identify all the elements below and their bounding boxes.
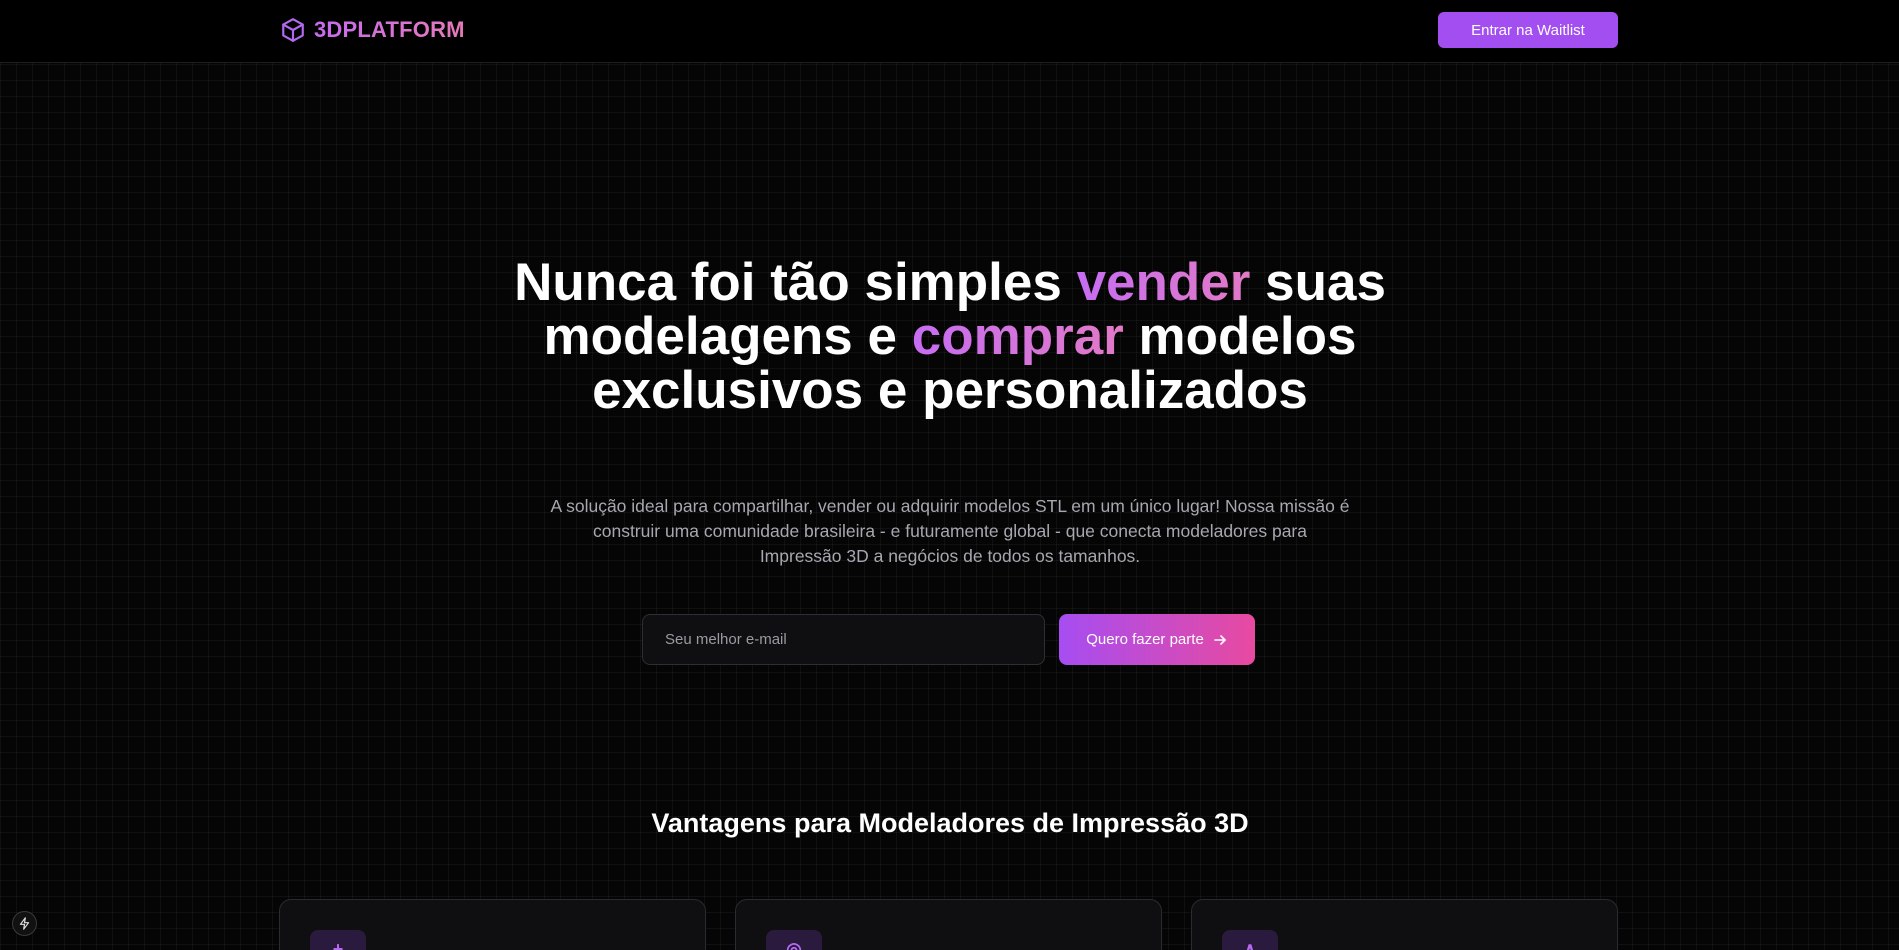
- hero-subtitle: A solução ideal para compartilhar, vende…: [550, 496, 1350, 566]
- hero-title-part1: Nunca foi tão simples: [514, 253, 1077, 312]
- join-button-label: Quero fazer parte: [1086, 631, 1204, 648]
- brand-logo[interactable]: 3DPLATFORM: [280, 14, 465, 46]
- advantage-card: +: [279, 899, 706, 950]
- landing-page: 3DPLATFORM Entrar na Waitlist Nunca foi …: [0, 0, 1899, 950]
- email-input[interactable]: [642, 614, 1045, 665]
- arrow-right-icon: [1213, 634, 1226, 645]
- community-icon: ◎: [766, 930, 822, 950]
- join-waitlist-button[interactable]: Entrar na Waitlist: [1438, 12, 1618, 48]
- advantages-section-title: Vantagens para Modeladores de Impressão …: [651, 808, 1249, 838]
- hero-title-accent-comprar: comprar: [911, 307, 1124, 366]
- dev-tools-badge[interactable]: [12, 911, 37, 936]
- cube-icon: [282, 18, 304, 42]
- chart-icon: ∧: [1222, 930, 1278, 950]
- lightning-icon: [19, 917, 30, 930]
- plus-icon: +: [310, 930, 366, 950]
- join-button[interactable]: Quero fazer parte: [1059, 614, 1255, 665]
- hero-title: Nunca foi tão simples vender suas modela…: [500, 256, 1400, 418]
- top-navbar: 3DPLATFORM Entrar na Waitlist: [0, 0, 1899, 63]
- brand-name: 3DPLATFORM: [314, 17, 465, 42]
- hero-title-accent-vender: vender: [1076, 253, 1251, 312]
- advantage-card: ∧: [1191, 899, 1618, 950]
- advantage-card: ◎: [735, 899, 1162, 950]
